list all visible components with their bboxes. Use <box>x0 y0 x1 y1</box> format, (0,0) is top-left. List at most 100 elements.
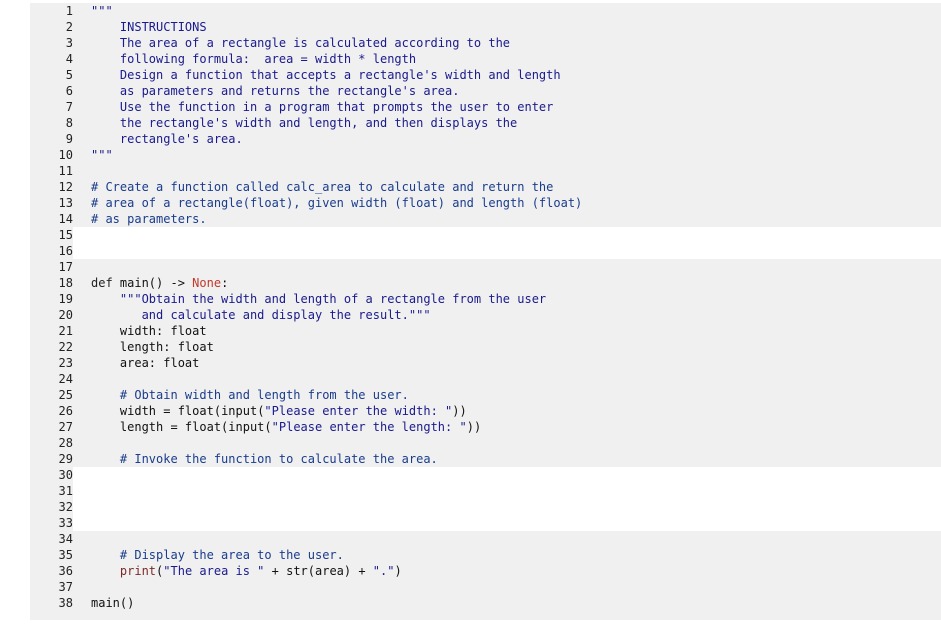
code-text: length = float(input("Please enter the l… <box>91 419 481 435</box>
code-token: # area of a rectangle(float), given widt… <box>91 196 583 210</box>
code-text: Use the function in a program that promp… <box>91 99 553 115</box>
code-line: 12 # Create a function called calc_area t… <box>30 179 941 195</box>
code-line: 24 <box>30 371 941 387</box>
code-token: None <box>192 276 222 290</box>
line-number: 7 <box>30 99 73 115</box>
line-number: 31 <box>30 483 73 499</box>
code-token: and calculate and display the result.""" <box>91 308 431 322</box>
code-token: # Invoke the function to calculate the a… <box>91 452 438 466</box>
line-number: 17 <box>30 259 73 275</box>
code-text: area: float <box>91 355 199 371</box>
code-line: 34 <box>30 531 941 547</box>
code-token: length = <box>91 420 185 434</box>
code-text: """ <box>91 147 113 163</box>
code-line: 38 main() <box>30 595 941 611</box>
line-number: 30 <box>30 467 73 483</box>
code-text: width = float(input("Please enter the wi… <box>91 403 467 419</box>
code-text: width: float <box>91 323 207 339</box>
code-token: # Obtain width and length from the user. <box>91 388 409 402</box>
line-number: 16 <box>30 243 73 259</box>
code-line: 28 <box>30 435 941 451</box>
code-text: as parameters and returns the rectangle'… <box>91 83 460 99</box>
code-token: rectangle's area. <box>91 132 243 146</box>
editable-code-line[interactable]: 15 <box>30 227 941 243</box>
code-token: Use the function in a program that promp… <box>91 100 554 114</box>
code-token: area: <box>91 356 164 370</box>
code-line: 4 following formula: area = width * leng… <box>30 51 941 67</box>
code-token: input <box>228 420 265 434</box>
code-text: Design a function that accepts a rectang… <box>91 67 561 83</box>
code-token: def <box>91 276 120 290</box>
line-number: 33 <box>30 515 73 531</box>
code-token: width: <box>91 324 171 338</box>
code-token: main() -> <box>119 276 193 290</box>
code-token: Design a function that accepts a rectang… <box>91 68 561 82</box>
line-number: 5 <box>30 67 73 83</box>
line-number: 15 <box>30 227 73 243</box>
code-token: """ <box>91 4 113 18</box>
code-text: following formula: area = width * length <box>91 51 416 67</box>
code-token: """ <box>91 148 113 162</box>
code-text: # Create a function called calc_area to … <box>91 179 553 195</box>
code-token: "Please enter the width: " <box>264 404 453 418</box>
line-number: 11 <box>30 163 73 179</box>
code-token: # as parameters. <box>91 212 207 226</box>
code-token: )) <box>466 420 482 434</box>
code-token: input <box>221 404 258 418</box>
code-line: 29 # Invoke the function to calculate th… <box>30 451 941 467</box>
line-number: 38 <box>30 595 73 611</box>
editable-code-line[interactable]: 31 <box>30 483 941 499</box>
code-token: length: <box>91 340 178 354</box>
line-number: 29 <box>30 451 73 467</box>
code-line: 3 The area of a rectangle is calculated … <box>30 35 941 51</box>
code-line: 1 """ <box>30 3 941 19</box>
line-number: 8 <box>30 115 73 131</box>
line-number: 13 <box>30 195 73 211</box>
line-number: 1 <box>30 3 73 19</box>
line-number: 2 <box>30 19 73 35</box>
code-token: "Please enter the length: " <box>271 420 467 434</box>
code-line: 14 # as parameters. <box>30 211 941 227</box>
line-number: 10 <box>30 147 73 163</box>
code-text: # Obtain width and length from the user. <box>91 387 409 403</box>
editable-code-line[interactable]: 33 <box>30 515 941 531</box>
code-line: 7 Use the function in a program that pro… <box>30 99 941 115</box>
code-token: + str(area) + <box>264 564 373 578</box>
code-text: def main() -> None: <box>91 275 228 291</box>
code-token: width = <box>91 404 178 418</box>
code-line: 19 """Obtain the width and length of a r… <box>30 291 941 307</box>
line-number: 22 <box>30 339 73 355</box>
code-editor[interactable]: 1 """ 2 INSTRUCTIONS 3 The area of a rectan… <box>30 3 941 620</box>
code-text: and calculate and display the result.""" <box>91 307 431 323</box>
code-token: ( <box>213 404 222 418</box>
code-line: 18 def main() -> None: <box>30 275 941 291</box>
editable-code-line[interactable]: 32 <box>30 499 941 515</box>
code-token: INSTRUCTIONS <box>91 20 207 34</box>
code-line: 22 length: float <box>30 339 941 355</box>
code-line: 10 """ <box>30 147 941 163</box>
code-text: """ <box>91 3 113 19</box>
editable-code-line[interactable]: 30 <box>30 467 941 483</box>
code-line: 8 the rectangle's width and length, and … <box>30 115 941 131</box>
code-token: main() <box>91 596 135 610</box>
code-token: ) <box>394 564 402 578</box>
code-line: 13 # area of a rectangle(float), given wi… <box>30 195 941 211</box>
line-number: 18 <box>30 275 73 291</box>
code-line: 20 and calculate and display the result.… <box>30 307 941 323</box>
line-number: 12 <box>30 179 73 195</box>
code-token: "The area is " <box>163 564 265 578</box>
editable-code-line[interactable]: 16 <box>30 243 941 259</box>
line-number: 6 <box>30 83 73 99</box>
code-line: 25 # Obtain width and length from the us… <box>30 387 941 403</box>
code-token: ( <box>264 420 272 434</box>
line-number: 37 <box>30 579 73 595</box>
code-text: the rectangle's width and length, and th… <box>91 115 517 131</box>
code-token: )) <box>452 404 467 418</box>
code-token: float <box>184 420 222 434</box>
line-number: 9 <box>30 131 73 147</box>
line-number: 28 <box>30 435 73 451</box>
code-line: 17 <box>30 259 941 275</box>
line-number: 4 <box>30 51 73 67</box>
code-token: "." <box>372 564 395 578</box>
code-line: 21 width: float <box>30 323 941 339</box>
